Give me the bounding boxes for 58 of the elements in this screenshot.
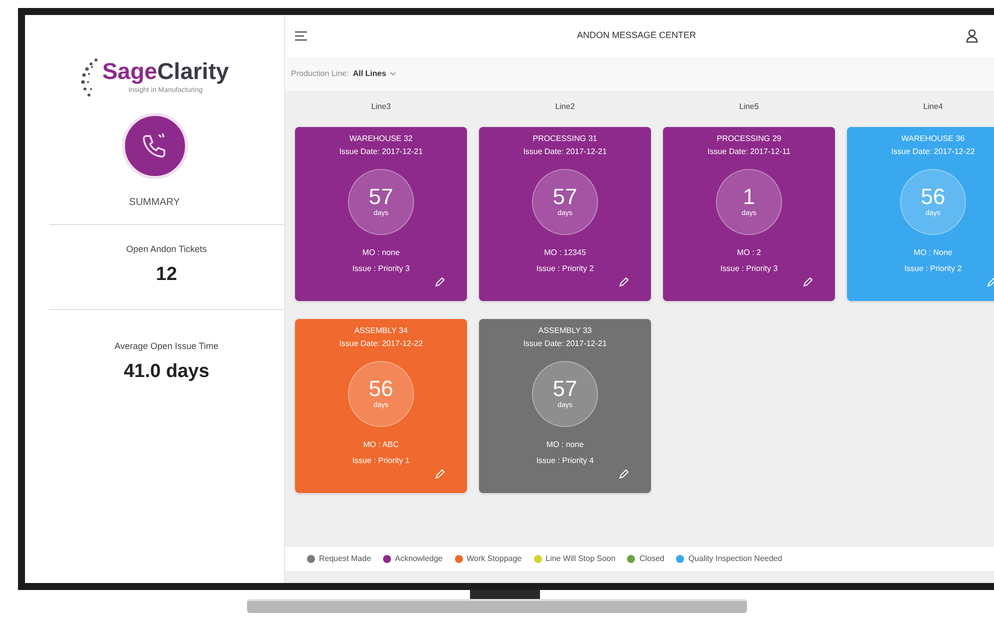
days-count: 56: [920, 184, 946, 209]
mo-text: MO : none: [362, 247, 400, 259]
production-line-dropdown[interactable]: All Lines: [352, 68, 396, 80]
card-title: PROCESSING 29: [716, 133, 782, 144]
legend-label: Line Will Stop Soon: [546, 553, 616, 565]
pencil-icon[interactable]: [803, 277, 813, 287]
days-count: 57: [552, 184, 578, 209]
issue-date: Issue Date: 2017-12-21: [523, 338, 607, 349]
days-count: 57: [552, 376, 578, 401]
legend-label: Acknowledge: [395, 553, 443, 565]
stat-value: 12: [156, 262, 178, 286]
line-heading: Line5: [739, 101, 759, 111]
card-title: PROCESSING 31: [532, 133, 598, 144]
user-icon[interactable]: [966, 29, 978, 43]
logo-wordmark: SageClarity: [102, 60, 229, 83]
monitor-stand-neck: [470, 590, 540, 599]
issue-priority: Issue : Priority 2: [536, 263, 594, 275]
menu-icon[interactable]: [295, 31, 307, 41]
days-count: 57: [368, 184, 394, 209]
stat-value: 41.0 days: [124, 360, 210, 384]
card-title: ASSEMBLY 34: [354, 325, 408, 336]
line-heading: Line4: [923, 101, 943, 111]
pencil-icon[interactable]: [619, 277, 629, 287]
issue-priority: Issue : Priority 4: [536, 455, 594, 467]
filter-label: Production Line:: [291, 68, 349, 80]
pencil-icon[interactable]: [435, 469, 445, 479]
pencil-icon[interactable]: [619, 469, 629, 479]
legend-label: Request Made: [319, 553, 372, 565]
legend-label: Closed: [639, 553, 664, 565]
mo-text: MO : none: [546, 439, 584, 451]
issue-priority: Issue : Priority 1: [352, 455, 410, 467]
issue-date: Issue Date: 2017-12-22: [339, 338, 423, 349]
card-title: WAREHOUSE 36: [901, 133, 965, 144]
line-heading: Line2: [555, 101, 575, 111]
issue-priority: Issue : Priority 3: [720, 263, 778, 275]
page-title: ANDON MESSAGE CENTER: [576, 29, 698, 42]
card-title: WAREHOUSE 32: [349, 133, 413, 144]
issue-priority: Issue : Priority 3: [352, 263, 410, 275]
mo-text: MO : 12345: [544, 247, 586, 259]
days-count: 56: [368, 376, 394, 401]
pencil-icon[interactable]: [435, 277, 445, 287]
mo-text: MO : None: [914, 247, 952, 259]
chevron-down-icon: [390, 72, 396, 76]
mo-text: MO : 2: [736, 247, 761, 259]
days-count: 1: [742, 184, 756, 209]
legend-label: Work Stoppage: [466, 553, 522, 565]
issue-date: Issue Date: 2017-12-22: [891, 146, 975, 157]
issue-date: Issue Date: 2017-12-21: [339, 146, 423, 157]
legend-label: Quality Inspection Needed: [688, 553, 782, 565]
issue-priority: Issue : Priority 2: [904, 263, 962, 275]
card-title: ASSEMBLY 33: [538, 325, 592, 336]
issue-date: Issue Date: 2017-12-21: [523, 146, 607, 157]
stat-label: Average Open Issue Time: [114, 340, 218, 353]
mo-text: MO : ABC: [363, 439, 399, 451]
summary-heading: SUMMARY: [129, 196, 180, 210]
issue-date: Issue Date: 2017-12-11: [707, 146, 790, 157]
stat-label: Open Andon Tickets: [126, 243, 207, 256]
line-heading: Line3: [371, 101, 391, 111]
